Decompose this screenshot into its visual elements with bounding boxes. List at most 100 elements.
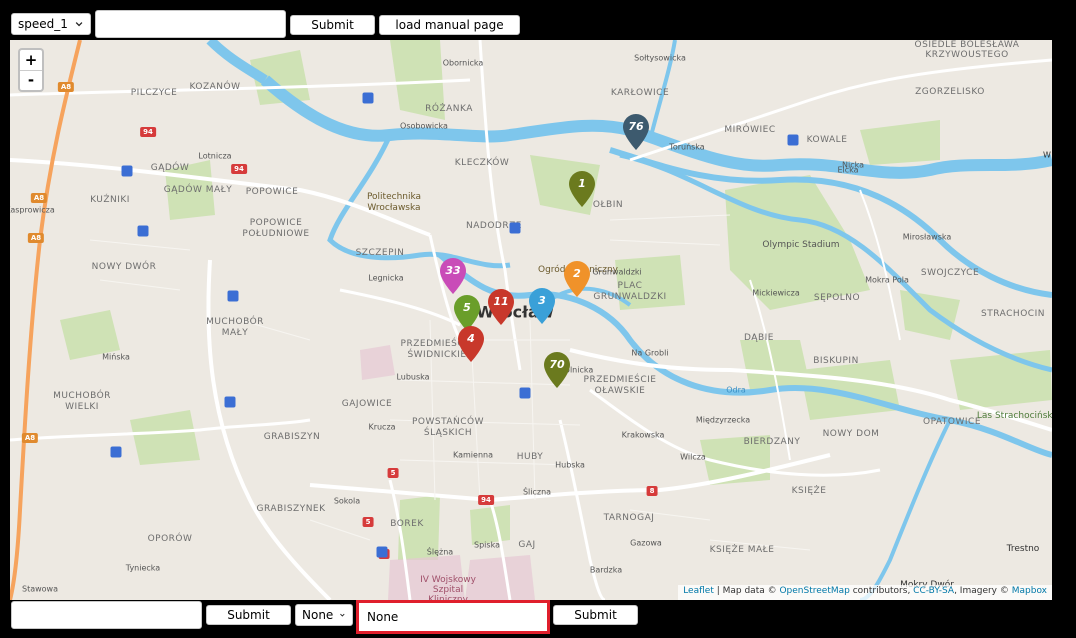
map-marker-1[interactable]: 1 — [569, 171, 595, 207]
district-label: KSIĘŻE MAŁE — [709, 545, 775, 555]
street-label: W — [1043, 150, 1051, 160]
license-link[interactable]: CC-BY-SA — [913, 586, 954, 596]
street-label: Mickiewicza — [752, 288, 800, 298]
district-label: BOREK — [390, 519, 424, 529]
district-label: BIERDZANY — [743, 437, 801, 447]
street-label: Bardzka — [589, 565, 623, 575]
marker-label: 3 — [538, 294, 546, 307]
district-label: POWSTAŃCÓW ŚLĄSKICH — [411, 417, 485, 438]
map-marker-3[interactable]: 3 — [529, 288, 555, 324]
chevron-down-icon — [75, 22, 83, 27]
road-shield: 5 — [362, 517, 374, 527]
district-label: HUBY — [516, 452, 544, 462]
district-label: KLECZKÓW — [454, 158, 510, 168]
marker-label: 2 — [573, 267, 581, 280]
map-marker-11[interactable]: 11 — [488, 289, 514, 325]
district-label: OPORÓW — [147, 534, 193, 544]
poi-label: Olympic Stadium — [762, 240, 840, 250]
street-label: Międzyrzecka — [695, 415, 751, 425]
district-label: GAJOWICE — [341, 399, 393, 409]
none-select[interactable]: None — [295, 604, 353, 626]
map-attribution: Leaflet | Map data © OpenStreetMap contr… — [678, 585, 1052, 600]
zoom-in-button[interactable]: + — [20, 50, 42, 70]
tram-stop-icon — [224, 396, 236, 408]
leaflet-link[interactable]: Leaflet — [683, 586, 714, 596]
openstreetmap-link[interactable]: OpenStreetMap — [779, 586, 849, 596]
district-label: MUCHOBÓR MAŁY — [206, 317, 264, 338]
road-shield: 8 — [646, 486, 658, 496]
street-label: Kasprowicza — [10, 205, 55, 215]
road-shield: 5 — [387, 468, 399, 478]
district-label: SZCZEPIN — [355, 248, 405, 258]
street-label: Mokra Pola — [865, 275, 909, 285]
district-label: PLAC GRUNWALDZKI — [593, 281, 667, 302]
road-shield: 94 — [478, 495, 494, 505]
road-shield: 94 — [140, 127, 156, 137]
district-label: TARNOGAJ — [603, 513, 655, 523]
none-select-value: None — [302, 608, 334, 622]
map-marker-70[interactable]: 70 — [544, 352, 570, 388]
district-label: NOWY DOM — [822, 429, 880, 439]
tram-stop-icon — [787, 134, 799, 146]
marker-label: 11 — [493, 295, 509, 308]
highlighted-text-input[interactable] — [356, 600, 550, 634]
bottom-submit-button-2[interactable]: Submit — [553, 605, 638, 625]
top-text-input[interactable] — [95, 10, 286, 38]
map-marker-2[interactable]: 2 — [564, 261, 590, 297]
street-label: Lotnicza — [198, 151, 232, 161]
district-label: BISKUPIN — [813, 356, 859, 366]
district-label: GĄDÓW MAŁY — [163, 185, 233, 195]
attribution-text: | Map data © — [713, 586, 780, 596]
zoom-out-button[interactable]: - — [20, 69, 42, 91]
street-label: Sołtysowicka — [634, 53, 686, 63]
speed-select[interactable]: speed_1 — [11, 13, 91, 35]
street-label: Hubska — [555, 460, 585, 470]
poi-label: Las Strachociński — [976, 411, 1052, 421]
top-submit-button[interactable]: Submit — [290, 15, 375, 35]
street-label: Odra — [726, 385, 746, 395]
district-label: MIRÓWIEC — [724, 125, 776, 135]
map-marker-33[interactable]: 33 — [440, 258, 466, 294]
marker-label: 70 — [549, 358, 565, 371]
district-label: KSIĘŻE — [791, 486, 827, 496]
load-manual-page-button[interactable]: load manual page — [379, 15, 520, 35]
map[interactable]: PILCZYCE KOZANÓW GĄDÓW GĄDÓW MAŁY KUŹNIK… — [10, 40, 1052, 600]
map-marker-4[interactable]: 4 — [458, 326, 484, 362]
street-label: Nicka — [842, 160, 864, 170]
marker-label: 5 — [463, 301, 471, 314]
district-label: OSIEDLE BOLESŁAWA KRZYWOUSTEGO — [914, 40, 1020, 60]
chevron-down-icon — [340, 613, 345, 617]
district-label: DĄBIE — [744, 333, 774, 343]
street-label: Na Grobli — [631, 348, 669, 358]
street-label: Ślężna — [426, 547, 454, 557]
poi-label: IV Wojskowy Szpital Kliniczny — [420, 575, 476, 600]
tram-stop-icon — [110, 446, 122, 458]
district-label: STRACHOCIN — [981, 309, 1045, 319]
district-label: ZGORZELISKO — [915, 87, 985, 97]
road-shield: A8 — [21, 433, 39, 443]
street-label: Sokola — [333, 496, 361, 506]
district-label: GĄDÓW — [150, 163, 190, 173]
map-marker-76[interactable]: 76 — [623, 114, 649, 150]
bottom-text-input[interactable] — [11, 601, 202, 629]
street-label: Gazowa — [630, 538, 662, 548]
marker-label: 4 — [467, 332, 475, 345]
tram-stop-icon — [376, 546, 388, 558]
district-label: SĘPOLNO — [813, 293, 861, 303]
district-label: POPOWICE POŁUDNIOWE — [242, 218, 310, 239]
district-label: KOZANÓW — [189, 82, 241, 92]
poi-label: Trestno — [1006, 544, 1040, 554]
tram-stop-icon — [362, 92, 374, 104]
street-label: Legnicka — [368, 273, 404, 283]
attribution-text: , Imagery © — [954, 586, 1012, 596]
district-label: GRABISZYN — [263, 432, 321, 442]
bottom-submit-button[interactable]: Submit — [206, 605, 291, 625]
mapbox-link[interactable]: Mapbox — [1012, 586, 1047, 596]
marker-label: 33 — [445, 264, 461, 277]
road-shield: 94 — [231, 164, 247, 174]
district-label: POPOWICE — [245, 187, 299, 197]
district-label: KARŁOWICE — [610, 88, 670, 98]
district-label: OPATOWICE — [923, 417, 981, 427]
poi-label: Politechnika Wrocławska — [366, 192, 422, 213]
street-label: Osobowicka — [400, 121, 448, 131]
